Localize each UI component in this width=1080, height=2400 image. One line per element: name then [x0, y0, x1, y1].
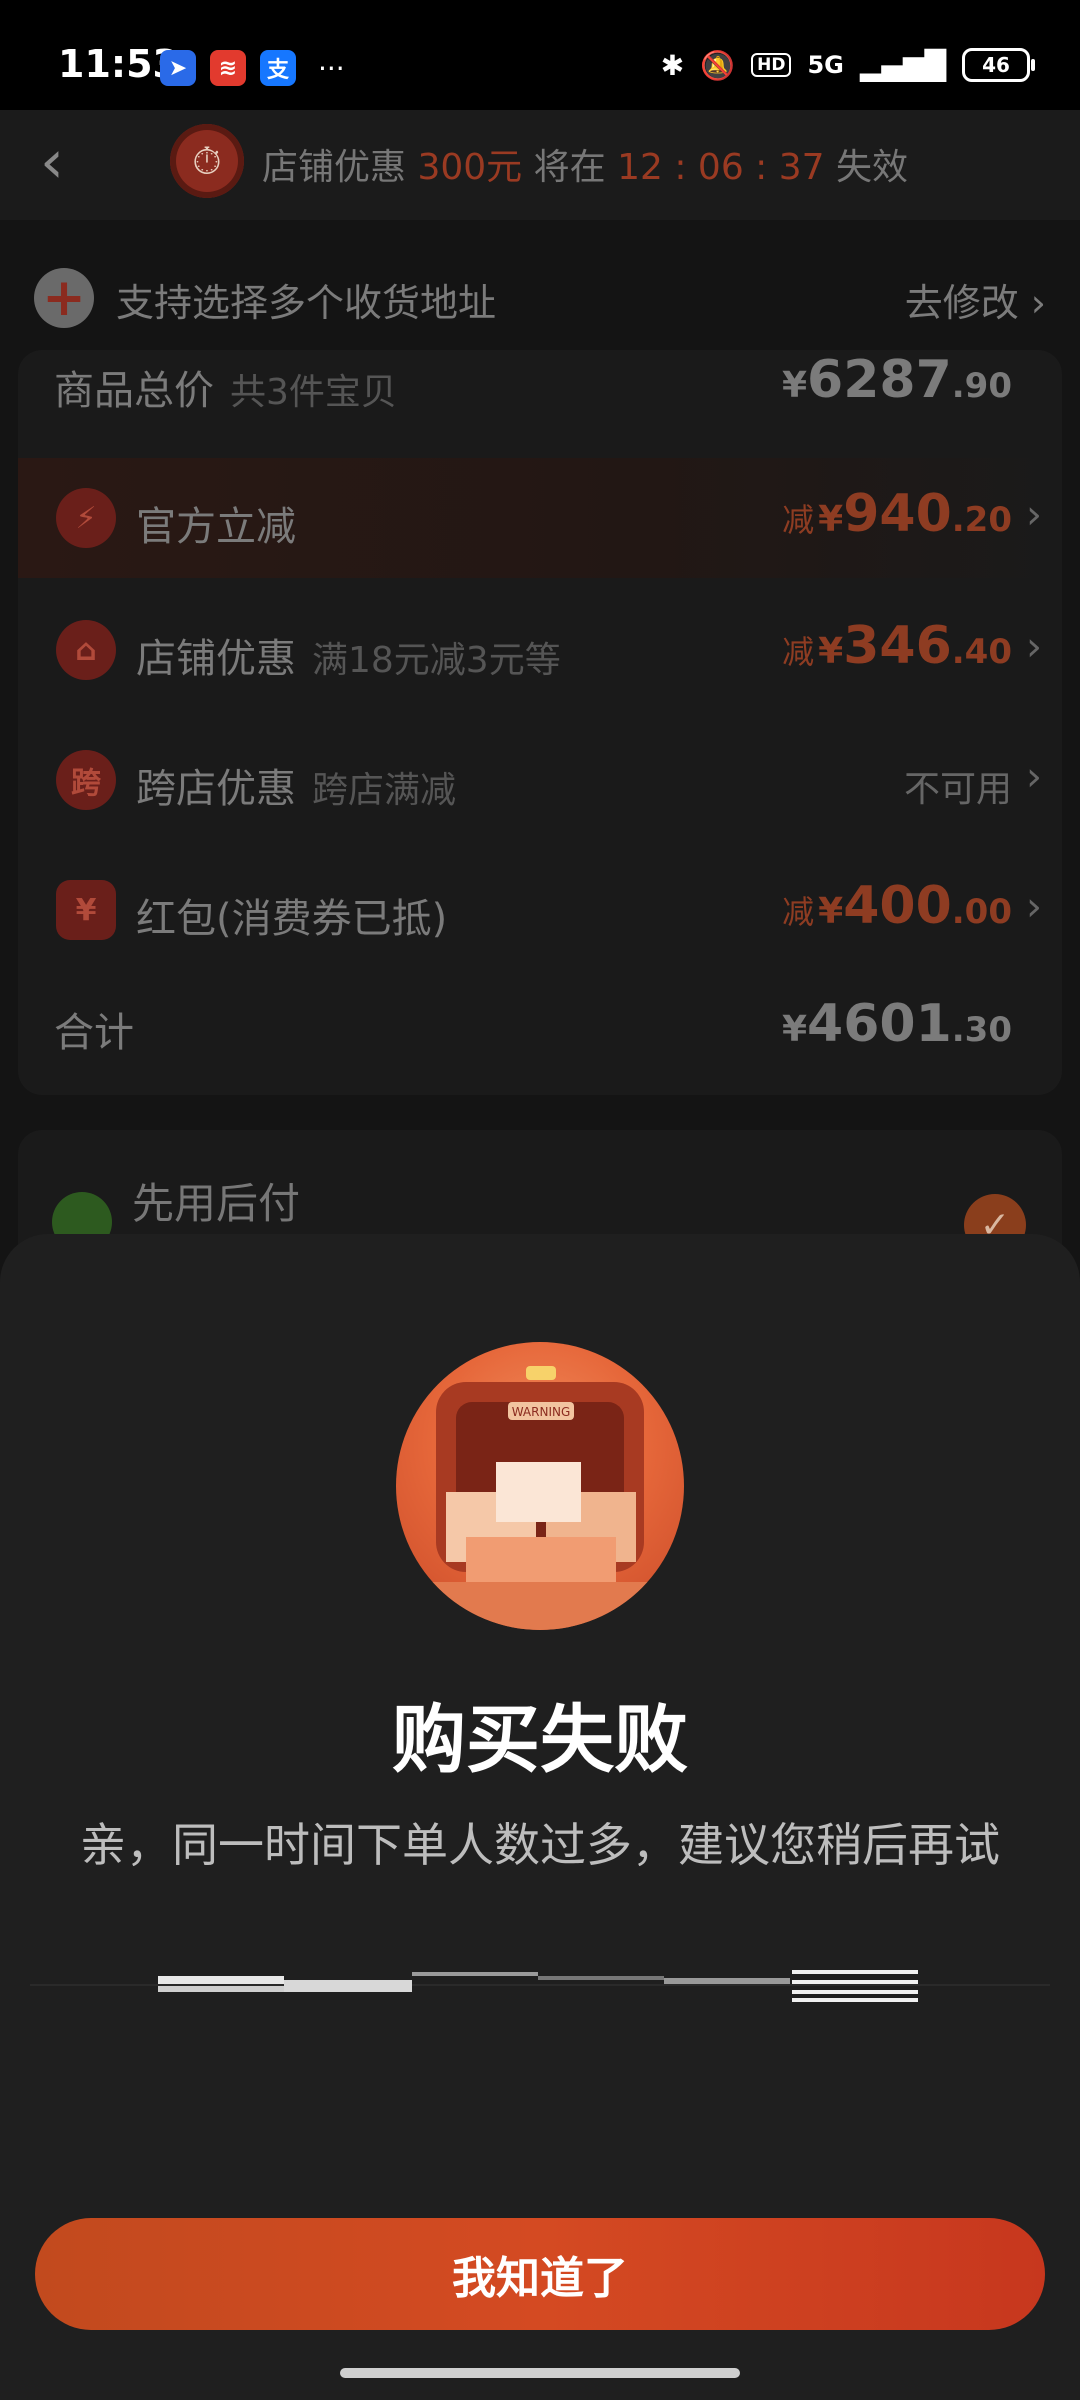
store-icon: ⌂ — [56, 620, 116, 680]
edit-address-label: 去修改 — [904, 281, 1019, 325]
cross-store-label: 跨店优惠 — [136, 766, 296, 812]
total-amount: ¥6287.90 — [782, 350, 1012, 410]
cross-store-desc: 跨店满减 — [312, 770, 457, 811]
address-label: 支持选择多个收货地址 — [116, 281, 497, 325]
timer-prefix: 店铺优惠 — [262, 147, 407, 188]
timer-countdown: 12 : 06 : 37 — [617, 147, 825, 188]
amount-dec: .20 — [951, 500, 1012, 540]
red-packet-row[interactable]: ¥ 红包(消费券已抵) 减 ¥400.00 › — [18, 850, 1062, 970]
red-packet-amount: 减 ¥400.00 — [782, 876, 1012, 936]
official-discount-label: 官方立减 — [136, 504, 296, 550]
store-discount-text: 店铺优惠 满18元减3元等 — [136, 626, 561, 684]
status-bar: 11:53 ➤ ≋ 支 ··· ✱ 🔕 HD 5G ▂▄▆█ 46 — [0, 0, 1080, 110]
store-discount-row[interactable]: ⌂ 店铺优惠 满18元减3元等 减 ¥346.40 › — [18, 590, 1062, 710]
grand-total-label: 合计 — [54, 1010, 134, 1056]
official-discount-amount: 减 ¥940.20 — [782, 484, 1012, 544]
illustration-graphic: WARNING — [396, 1366, 684, 1630]
total-label: 商品总价 — [54, 368, 214, 414]
network-label: 5G — [807, 51, 844, 79]
more-notifications-icon: ··· — [318, 51, 345, 85]
status-app-icons: ➤ ≋ 支 ··· — [160, 50, 345, 86]
currency-symbol: ¥ — [818, 891, 844, 932]
acknowledge-button[interactable]: 我知道了 — [35, 2218, 1045, 2330]
amount-dec: .00 — [951, 892, 1012, 932]
amount-int: 4601 — [807, 994, 952, 1054]
amount-int: 400 — [843, 876, 952, 936]
amount-dec: .40 — [951, 632, 1012, 672]
dialog-message: 亲，同一时间下单人数过多，建议您稍后再试 — [80, 1818, 1000, 1872]
currency-symbol: ¥ — [781, 1009, 808, 1050]
hd-badge: HD — [751, 53, 792, 77]
alipay-icon: 支 — [260, 50, 296, 86]
edit-address-link[interactable]: 去修改 › — [905, 272, 1046, 327]
timer-middle: 将在 — [533, 147, 606, 188]
cross-store-icon: 跨 — [56, 750, 116, 810]
price-summary-card: 商品总价 共3件宝贝 ¥6287.90 ⚡ 官方立减 减 ¥940.20 › ⌂ 店… — [18, 350, 1062, 1095]
total-count: 共3件宝贝 — [230, 372, 397, 413]
chevron-right-icon: › — [1026, 492, 1042, 538]
cross-store-text: 跨店优惠 跨店满减 — [136, 756, 456, 814]
pay-later-label: 先用后付 — [132, 1179, 301, 1228]
amount-prefix: 减 — [782, 633, 815, 671]
amount-prefix: 减 — [782, 501, 815, 539]
official-discount-row[interactable]: ⚡ 官方立减 减 ¥940.20 › — [18, 458, 1062, 578]
amount-int: 940 — [843, 484, 952, 544]
promo-countdown-text: 店铺优惠 300元 将在 12 : 06 : 37 失效 — [262, 138, 908, 190]
cross-store-discount-row[interactable]: 跨 跨店优惠 跨店满减 不可用 › — [18, 720, 1062, 840]
store-discount-amount: 减 ¥346.40 — [782, 616, 1012, 676]
mute-icon: 🔕 — [700, 48, 736, 82]
amount-dec: .90 — [951, 366, 1012, 406]
timer-amount: 300元 — [417, 147, 523, 188]
lightning-icon: ⚡ — [56, 488, 116, 548]
chevron-right-icon: › — [1026, 754, 1042, 800]
battery-icon: 46 — [962, 48, 1035, 82]
back-icon[interactable]: ‹ — [40, 132, 64, 192]
bluetooth-icon: ✱ — [660, 48, 685, 82]
amount-int: 6287 — [807, 350, 952, 410]
status-indicators: ✱ 🔕 HD 5G ▂▄▆█ 46 — [660, 48, 1035, 82]
red-packet-label: 红包(消费券已抵) — [136, 896, 448, 942]
currency-symbol: ¥ — [818, 499, 844, 540]
home-indicator[interactable] — [340, 2368, 740, 2378]
amount-dec: .30 — [951, 1010, 1012, 1050]
red-packet-icon: ¥ — [56, 880, 116, 940]
maps-icon: ➤ — [160, 50, 196, 86]
summary-total-label: 商品总价 共3件宝贝 — [54, 358, 397, 416]
summary-total-row: 商品总价 共3件宝贝 ¥6287.90 — [18, 350, 1062, 450]
glitch-artifact-lines — [30, 1970, 1050, 2004]
chart-app-icon: ≋ — [210, 50, 246, 86]
cross-store-status: 不可用 — [903, 769, 1012, 810]
stopwatch-icon: ⏱ — [170, 124, 244, 198]
dialog-title: 购买失败 — [392, 1697, 688, 1783]
warning-truck-illustration: WARNING — [396, 1342, 684, 1630]
currency-symbol: ¥ — [818, 631, 844, 672]
signal-icon: ▂▄▆█ — [859, 48, 946, 82]
battery-level: 46 — [982, 53, 1010, 77]
chevron-right-icon: › — [1026, 624, 1042, 670]
store-discount-desc: 满18元减3元等 — [312, 640, 561, 681]
store-discount-label: 店铺优惠 — [136, 636, 296, 682]
chevron-right-icon: › — [1026, 884, 1042, 930]
warning-sign-text: WARNING — [512, 1405, 571, 1419]
amount-int: 346 — [843, 616, 952, 676]
currency-symbol: ¥ — [781, 365, 808, 406]
address-row[interactable]: + 支持选择多个收货地址 去修改 › — [34, 248, 1046, 338]
grand-total-amount: ¥4601.30 — [782, 994, 1012, 1054]
grand-total-row: 合计 ¥4601.30 — [18, 990, 1062, 1090]
add-icon: + — [34, 268, 94, 328]
timer-suffix: 失效 — [836, 147, 909, 188]
amount-prefix: 减 — [782, 893, 815, 931]
